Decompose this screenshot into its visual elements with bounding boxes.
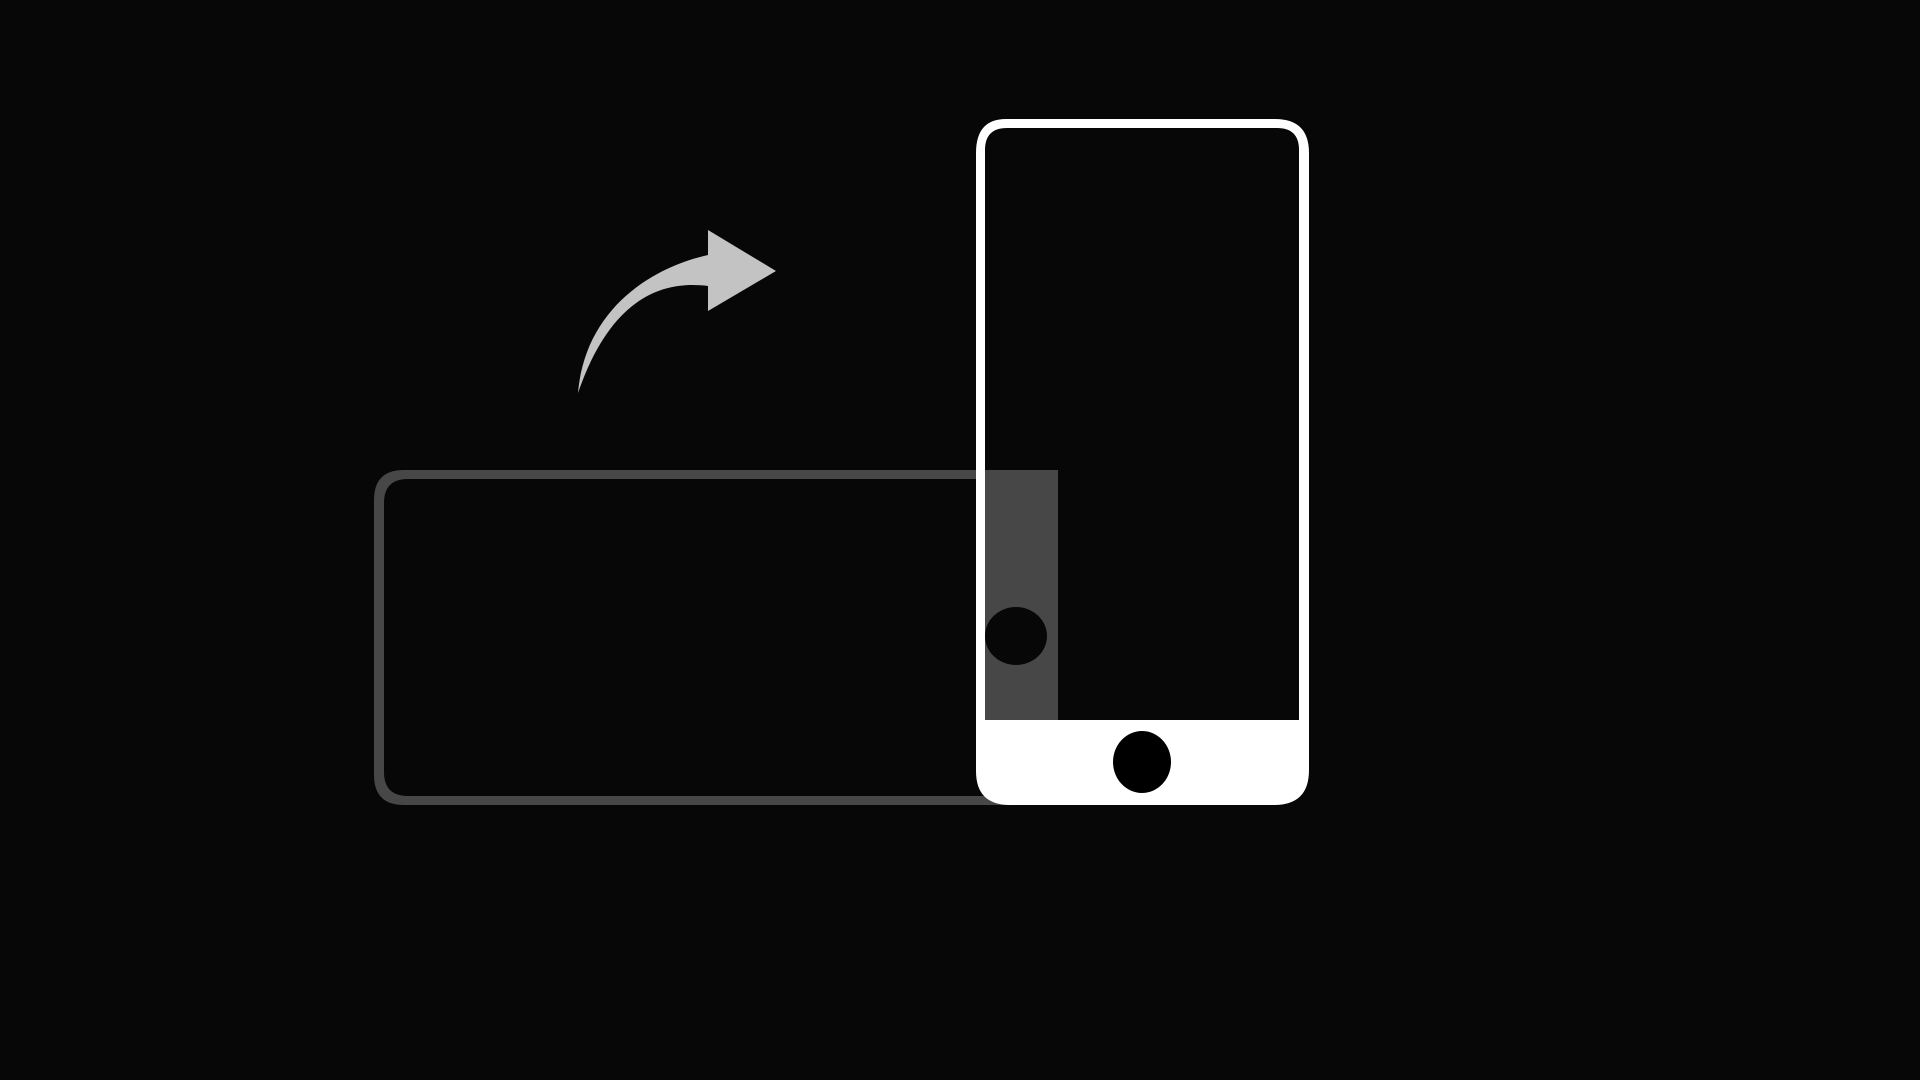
landscape-phone-overlap [985, 470, 1058, 720]
landscape-phone-screen [384, 479, 985, 796]
portrait-phone-icon [976, 119, 1309, 805]
landscape-home-button-overlap [985, 607, 1047, 665]
rotate-device-screen [0, 0, 1920, 1080]
rotate-arrow-icon [578, 230, 776, 393]
rotate-arrow-shape [578, 230, 776, 393]
portrait-home-button [1113, 731, 1171, 793]
rotate-device-illustration [374, 119, 1309, 805]
landscape-phone-icon [374, 470, 1058, 805]
